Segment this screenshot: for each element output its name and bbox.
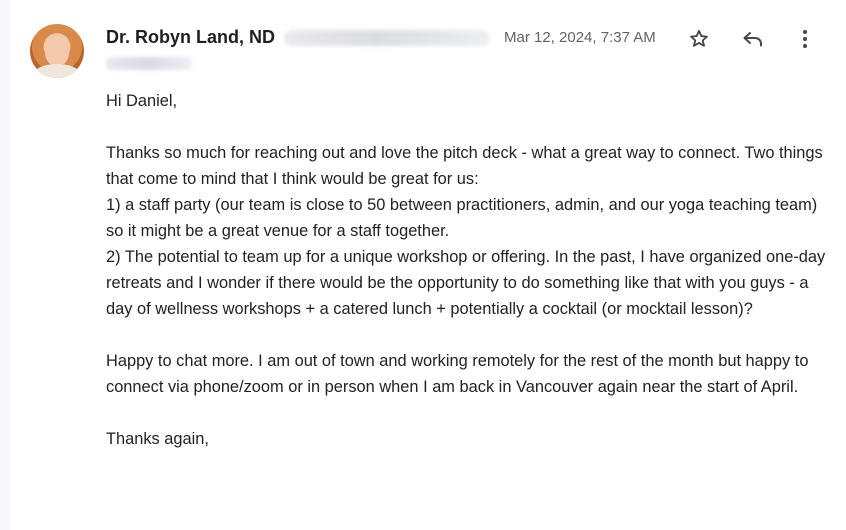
- star-button[interactable]: [686, 26, 712, 52]
- more-vert-icon: [803, 30, 807, 48]
- star-icon: [690, 30, 708, 47]
- email-body: Hi Daniel, Thanks so much for reaching o…: [106, 88, 826, 452]
- recipient-redacted: [106, 57, 192, 70]
- sender-avatar[interactable]: [30, 24, 84, 78]
- list-item-2: 2) The potential to team up for a unique…: [106, 248, 826, 318]
- sender-name[interactable]: Dr. Robyn Land, ND: [106, 27, 275, 48]
- more-options-button[interactable]: [792, 26, 818, 52]
- email-message: Dr. Robyn Land, ND Mar 12, 2024, 7:37 AM…: [0, 0, 846, 530]
- sender-email-redacted: [284, 30, 490, 46]
- email-timestamp: Mar 12, 2024, 7:37 AM: [504, 29, 656, 46]
- reply-button[interactable]: [740, 26, 766, 52]
- reply-icon: [743, 32, 762, 47]
- body-paragraph-1: Thanks so much for reaching out and love…: [106, 144, 823, 188]
- greeting: Hi Daniel,: [106, 92, 178, 110]
- avatar-shoulders: [34, 64, 80, 78]
- list-item-1: 1) a staff party (our team is close to 5…: [106, 196, 818, 240]
- closing: Thanks again,: [106, 430, 209, 448]
- body-paragraph-2: Happy to chat more. I am out of town and…: [106, 352, 809, 396]
- avatar-face: [45, 36, 69, 66]
